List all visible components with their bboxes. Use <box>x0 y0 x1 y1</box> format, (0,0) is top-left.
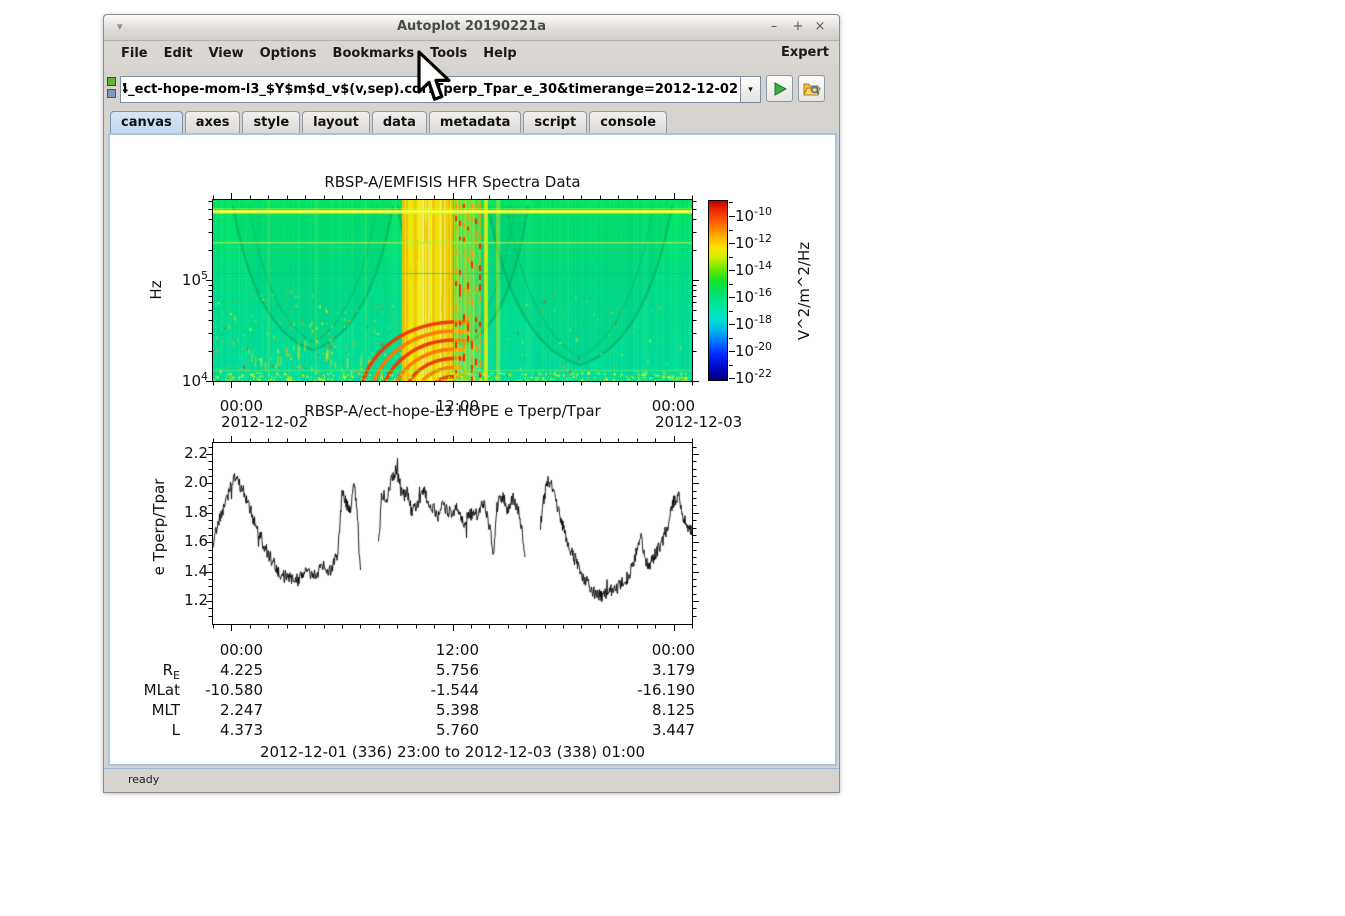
spectrogram-title: RBSP-A/EMFISIS HFR Spectra Data <box>324 173 581 191</box>
colorbar-tick-6: 10-22 <box>735 367 773 387</box>
lineplot-plot[interactable] <box>213 443 692 624</box>
autoplot-window: ▾ Autoplot 20190221a – + × File Edit Vie… <box>103 14 840 793</box>
spectrogram-ylabel: Hz <box>147 280 165 300</box>
layer-indicator-icon[interactable] <box>107 89 116 98</box>
menu-edit[interactable]: Edit <box>156 44 201 63</box>
tab-layout[interactable]: layout <box>302 111 370 133</box>
inspect-uri-button[interactable] <box>798 75 825 102</box>
colorbar-tick-4: 10-18 <box>735 313 773 333</box>
colorbar-tick-3: 10-16 <box>735 286 773 306</box>
tab-data[interactable]: data <box>371 111 427 133</box>
ephemeris-value: -1.544 <box>430 681 479 699</box>
colorbar-tick-0: 10-10 <box>735 205 773 225</box>
lineplot-title: RBSP-A/ect-hope-L3 HOPE e Tperp/Tpar <box>304 402 601 420</box>
colorbar <box>708 200 728 381</box>
ephemeris-value: 5.760 <box>436 721 479 739</box>
spectrogram-ytick-1e4: 104 <box>181 370 208 390</box>
ephemeris-value: -10.580 <box>205 681 263 699</box>
ephemeris-value: -16.190 <box>637 681 695 699</box>
timerange-footer: 2012-12-01 (336) 23:00 to 2012-12-03 (33… <box>259 743 646 761</box>
expert-mode-label[interactable]: Expert <box>781 45 829 60</box>
ephemeris-value: 4.225 <box>220 661 263 679</box>
play-icon <box>774 81 787 96</box>
colorbar-tick-5: 10-20 <box>735 340 773 360</box>
maximize-button[interactable]: + <box>789 18 807 36</box>
status-message: ready <box>128 773 160 786</box>
menu-file[interactable]: File <box>113 44 156 63</box>
ephemeris-value: 2.247 <box>220 701 263 719</box>
lineplot-ytick-3: 1.6 <box>184 532 208 551</box>
tab-metadata[interactable]: metadata <box>428 111 522 133</box>
lineplot-ytick-1: 2.0 <box>184 473 208 492</box>
statusbar: ready <box>104 768 839 792</box>
ephemeris-row-label-l: L <box>171 721 180 739</box>
plot-canvas-panel: RBSP-A/EMFISIS HFR Spectra Data Hz 105 1… <box>108 133 837 766</box>
lineplot-ylabel: e Tperp/Tpar <box>150 478 168 576</box>
datasource-indicators <box>107 77 118 101</box>
ephemeris-row-label-mlt: MLT <box>151 701 180 719</box>
folder-search-icon <box>802 83 821 95</box>
menu-view[interactable]: View <box>200 44 251 63</box>
timeaxis-bottom-tick-2: 00:00 <box>651 641 695 659</box>
timeaxis-bottom-tick-0: 00:00 <box>219 641 263 659</box>
uri-input[interactable] <box>120 76 741 103</box>
plot-indicator-icon[interactable] <box>107 77 116 86</box>
menu-options[interactable]: Options <box>252 44 325 63</box>
ephemeris-value: 3.179 <box>652 661 695 679</box>
menu-help[interactable]: Help <box>475 44 524 63</box>
menubar: File Edit View Options Bookmarks Tools H… <box>104 42 839 65</box>
lineplot-ytick-2: 1.8 <box>184 503 208 522</box>
ephemeris-value: 5.398 <box>436 701 479 719</box>
address-toolbar: ▾ <box>104 65 839 111</box>
window-title: Autoplot 20190221a <box>396 19 547 34</box>
minimize-button[interactable]: – <box>765 18 783 36</box>
ephemeris-value: 8.125 <box>652 701 695 719</box>
titlebar[interactable]: ▾ Autoplot 20190221a – + × <box>104 15 839 41</box>
tabbar: canvas axes style layout data metadata s… <box>110 111 839 133</box>
tab-script[interactable]: script <box>523 111 588 133</box>
spectrogram-ytick-1e5: 105 <box>181 269 208 289</box>
tab-console[interactable]: console <box>589 111 668 133</box>
colorbar-axis-label: V^2/m^2/Hz <box>795 241 813 341</box>
menu-bookmarks[interactable]: Bookmarks <box>325 44 423 63</box>
uri-dropdown-button[interactable]: ▾ <box>741 76 761 103</box>
close-button[interactable]: × <box>811 18 829 36</box>
tab-canvas[interactable]: canvas <box>110 111 183 133</box>
ephemeris-row-label-re: RE <box>162 661 180 682</box>
colorbar-tick-1: 10-12 <box>735 232 773 252</box>
spectrogram-plot[interactable] <box>213 200 692 381</box>
colorbar-tick-2: 10-14 <box>735 259 773 279</box>
plot-go-button[interactable] <box>766 75 793 102</box>
lineplot-ytick-0: 2.2 <box>184 444 208 463</box>
ephemeris-row-label-mlat: MLat <box>143 681 180 699</box>
tab-style[interactable]: style <box>242 111 301 133</box>
ephemeris-value: 5.756 <box>436 661 479 679</box>
lineplot-ytick-5: 1.2 <box>184 591 208 610</box>
timeaxis-bottom-tick-1: 12:00 <box>435 641 479 659</box>
ephemeris-value: 4.373 <box>220 721 263 739</box>
ephemeris-value: 3.447 <box>652 721 695 739</box>
tab-axes[interactable]: axes <box>184 111 241 133</box>
menu-tools[interactable]: Tools <box>422 44 475 63</box>
lineplot-ytick-4: 1.4 <box>184 562 208 581</box>
